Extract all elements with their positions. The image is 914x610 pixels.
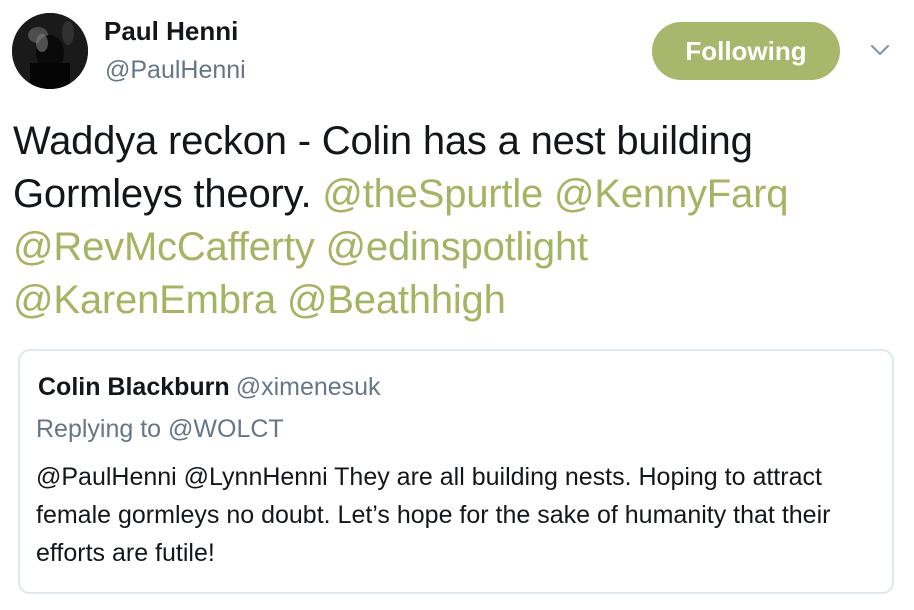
mention-link[interactable]: @Beathhigh [287, 278, 506, 322]
mention-link[interactable]: @edinspotlight [326, 225, 589, 269]
mention-link[interactable]: @KarenEmbra [13, 278, 276, 322]
mention-link[interactable]: @RevMcCafferty [13, 225, 315, 269]
quoted-tweet-card[interactable]: Colin Blackburn @ximenesuk Replying to @W… [18, 349, 894, 594]
replying-to-label: Replying to @WOLCT [36, 415, 284, 443]
profile-photo-icon [12, 13, 88, 89]
quoted-author-handle: @ximenesuk [235, 373, 381, 401]
following-button[interactable]: Following [652, 22, 840, 80]
tweet-text: Waddya reckon - Colin has a nest buildin… [13, 115, 903, 327]
author-handle[interactable]: @PaulHenni [105, 56, 246, 85]
mention-link[interactable]: @KennyFarq [554, 172, 788, 216]
quoted-author-name: Colin Blackburn [38, 373, 230, 401]
quoted-tweet-text: @PaulHenni @LynnHenni They are all build… [36, 463, 831, 567]
chevron-down-icon[interactable] [866, 36, 894, 64]
avatar[interactable] [12, 13, 88, 89]
author-name[interactable]: Paul Henni [104, 16, 238, 47]
quoted-author: Colin Blackburn @ximenesuk [38, 373, 381, 402]
mention-link[interactable]: @theSpurtle [322, 172, 543, 216]
